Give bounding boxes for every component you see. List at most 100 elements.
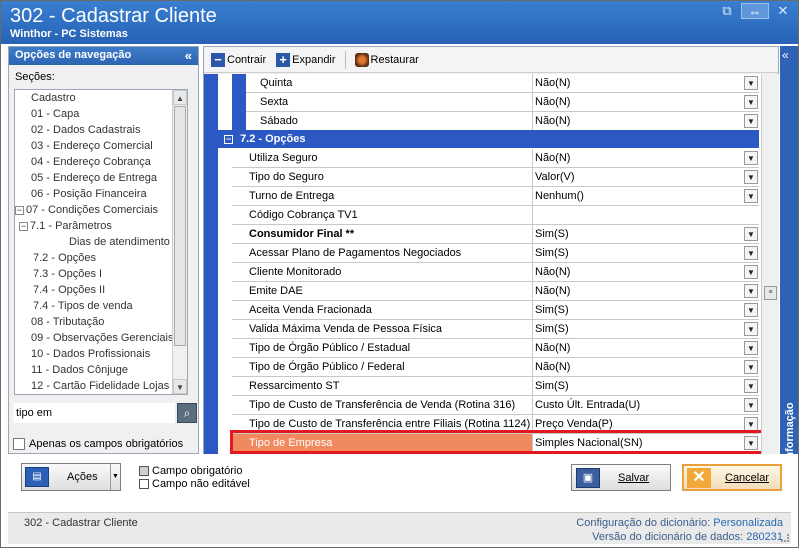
dropdown-arrow-icon[interactable]: ▼ [744, 379, 758, 393]
section-item[interactable]: 04 - Endereço Cobrança [15, 154, 187, 170]
option-row[interactable]: Emite DAE Não(N) ▼ [232, 282, 759, 301]
section-item[interactable]: 06 - Posição Financeira [15, 186, 187, 202]
section-item[interactable]: 7.3 - Opções I [15, 266, 187, 282]
group-collapse-icon[interactable]: − [224, 135, 233, 144]
save-button[interactable]: ▣ Salvar [571, 464, 671, 491]
dropdown-arrow-icon[interactable]: ▼ [744, 398, 758, 412]
required-only-checkbox[interactable] [13, 438, 25, 450]
restore-icon[interactable]: ⧉ [719, 3, 735, 19]
section-item[interactable]: 01 - Capa [15, 106, 187, 122]
option-value-field[interactable]: Sim(S) ▼ [532, 377, 759, 396]
dropdown-arrow-icon[interactable]: ▼ [744, 170, 758, 184]
option-row[interactable]: Sábado Não(N) ▼ [246, 112, 759, 131]
dropdown-arrow-icon[interactable]: ▼ [744, 303, 758, 317]
dropdown-arrow-icon[interactable]: ▼ [744, 246, 758, 260]
expandir-button[interactable]: + Expandir [273, 50, 338, 70]
option-row[interactable]: Ressarcimento ST Sim(S) ▼ [232, 377, 759, 396]
section-item[interactable]: 7.4 - Opções II [15, 282, 187, 298]
option-value-field[interactable]: Não(N) ▼ [532, 149, 759, 168]
section-item[interactable]: 03 - Endereço Comercial [15, 138, 187, 154]
dropdown-arrow-icon[interactable]: ▼ [744, 322, 758, 336]
required-only-checkbox-row[interactable]: Apenas os campos obrigatórios [13, 437, 183, 451]
option-row[interactable]: Valida Máxima Venda de Pessoa Física Sim(… [232, 320, 759, 339]
scroll-down-icon[interactable]: ▼ [173, 379, 187, 394]
option-row[interactable]: Utiliza Seguro Não(N) ▼ [232, 149, 759, 168]
dropdown-arrow-icon[interactable]: ▼ [744, 417, 758, 431]
tree-collapse-icon[interactable]: − [19, 222, 28, 231]
option-row[interactable]: Tipo do Seguro Valor(V) ▼ [232, 168, 759, 187]
information-tab[interactable]: « Informação [780, 46, 798, 462]
dropdown-arrow-icon[interactable]: ▼ [744, 227, 758, 241]
dropdown-arrow-icon[interactable]: ▼ [744, 265, 758, 279]
section-item[interactable]: Dias de atendimento [15, 234, 187, 250]
section-item[interactable]: 02 - Dados Cadastrais [15, 122, 187, 138]
option-value-field[interactable]: Valor(V) ▼ [532, 168, 759, 187]
option-value-field[interactable]: Não(N) ▼ [532, 263, 759, 282]
section-item[interactable]: 7.4 - Tipos de venda [15, 298, 187, 314]
option-row[interactable]: Código Cobrança TV1 [232, 206, 759, 225]
option-value-field[interactable]: Nenhum() ▼ [532, 187, 759, 206]
option-row[interactable]: Tipo de Órgão Público / Estadual Não(N) ▼ [232, 339, 759, 358]
dropdown-arrow-icon[interactable]: ▼ [744, 76, 758, 90]
option-value-field[interactable]: Sim(S) ▼ [532, 225, 759, 244]
contrair-button[interactable]: − Contrair [208, 50, 269, 70]
option-value-field[interactable]: Sim(S) ▼ [532, 301, 759, 320]
section-item[interactable]: 11 - Dados Cônjuge [15, 362, 187, 378]
search-input[interactable] [13, 403, 175, 423]
magnifier-icon[interactable]: ⌕ [177, 403, 197, 423]
option-row[interactable]: Consumidor Final ** Sim(S) ▼ [232, 225, 759, 244]
section-item[interactable]: 12 - Cartão Fidelidade Lojas [15, 378, 187, 394]
grid-scrollbar[interactable]: ≡ [761, 74, 779, 454]
resize-grip-icon[interactable] [781, 534, 789, 542]
chevron-down-icon[interactable]: ▼ [110, 464, 120, 490]
option-row[interactable]: Cliente Monitorado Não(N) ▼ [232, 263, 759, 282]
option-row[interactable]: Aceita Venda Fracionada Sim(S) ▼ [232, 301, 759, 320]
option-value-field[interactable]: Não(N) ▼ [532, 93, 759, 112]
tree-collapse-icon[interactable]: − [15, 206, 24, 215]
option-row[interactable]: Sexta Não(N) ▼ [246, 93, 759, 112]
close-icon[interactable]: ✕ [775, 3, 791, 19]
grid-scroll-thumb[interactable]: ≡ [764, 286, 777, 300]
section-item[interactable]: 05 - Endereço de Entrega [15, 170, 187, 186]
option-value-field[interactable]: Custo Últ. Entrada(U) ▼ [532, 396, 759, 415]
section-item[interactable]: 7.2 - Opções [15, 250, 187, 266]
dropdown-arrow-icon[interactable]: ▼ [744, 151, 758, 165]
option-value-field[interactable]: Não(N) ▼ [532, 112, 759, 131]
collapse-info-icon[interactable]: « [782, 48, 789, 62]
cancel-button[interactable]: ✕ Cancelar [682, 464, 782, 491]
group-header-7-2[interactable]: − 7.2 - Opções [218, 130, 759, 148]
section-item[interactable]: 10 - Dados Profissionais [15, 346, 187, 362]
restaurar-button[interactable]: Restaurar [352, 50, 422, 70]
dropdown-arrow-icon[interactable]: ▼ [744, 341, 758, 355]
option-value: Sim(S) [535, 247, 569, 259]
option-row[interactable]: Quinta Não(N) ▼ [246, 74, 759, 93]
option-row[interactable]: Tipo de Custo de Transferência de Venda … [232, 396, 759, 415]
scroll-thumb[interactable] [174, 106, 186, 346]
section-item[interactable]: −07 - Condições Comerciais [15, 202, 187, 218]
option-value-field[interactable]: Sim(S) ▼ [532, 320, 759, 339]
window-controls: ⧉ ⇔ ✕ [719, 3, 791, 19]
option-value-field[interactable]: Não(N) ▼ [532, 282, 759, 301]
dropdown-arrow-icon[interactable]: ▼ [744, 284, 758, 298]
section-item[interactable]: −7.1 - Parâmetros [15, 218, 187, 234]
dropdown-arrow-icon[interactable]: ▼ [744, 360, 758, 374]
option-row[interactable]: Tipo de Órgão Público / Federal Não(N) ▼ [232, 358, 759, 377]
option-value-field[interactable] [532, 206, 759, 225]
scroll-up-icon[interactable]: ▲ [173, 90, 187, 105]
tree-scrollbar[interactable]: ▲ ▼ [172, 90, 187, 394]
option-row[interactable]: Acessar Plano de Pagamentos Negociados Si… [232, 244, 759, 263]
section-item[interactable]: Cadastro [15, 90, 187, 106]
section-item[interactable]: 09 - Observações Gerenciais [15, 330, 187, 346]
dropdown-arrow-icon[interactable]: ▼ [744, 114, 758, 128]
dropdown-arrow-icon[interactable]: ▼ [744, 95, 758, 109]
expand-icon[interactable]: ⇔ [741, 3, 769, 19]
option-value-field[interactable]: Não(N) ▼ [532, 74, 759, 93]
option-value-field[interactable]: Não(N) ▼ [532, 339, 759, 358]
acoes-button[interactable]: ▤ Ações ▼ [21, 463, 121, 491]
option-row[interactable]: Turno de Entrega Nenhum() ▼ [232, 187, 759, 206]
section-item[interactable]: 08 - Tributação [15, 314, 187, 330]
option-value-field[interactable]: Sim(S) ▼ [532, 244, 759, 263]
option-value-field[interactable]: Não(N) ▼ [532, 358, 759, 377]
dropdown-arrow-icon[interactable]: ▼ [744, 189, 758, 203]
collapse-nav-icon[interactable]: « [185, 48, 192, 63]
